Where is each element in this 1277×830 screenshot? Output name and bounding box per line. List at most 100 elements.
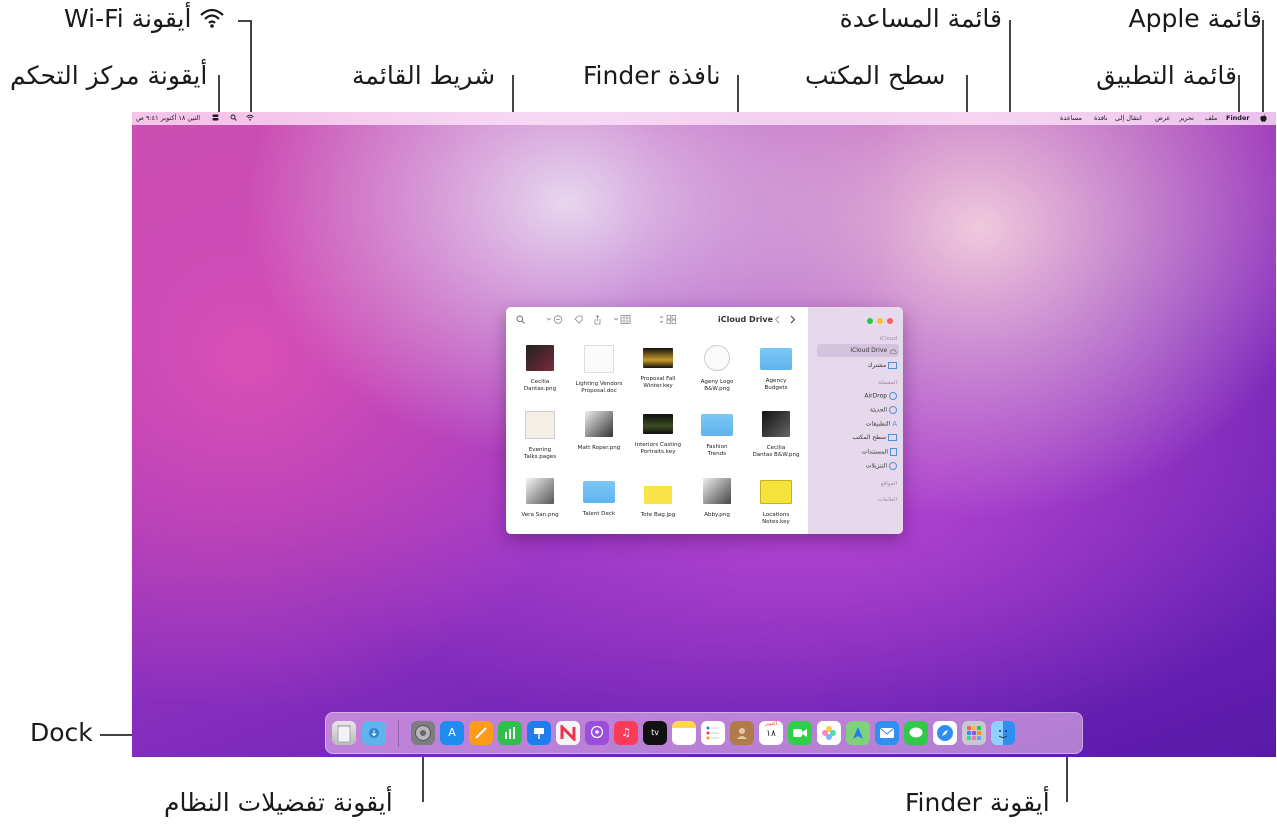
app-store-icon[interactable]: A [440, 721, 464, 745]
menu-view[interactable]: عرض [1155, 114, 1170, 123]
safari-icon[interactable] [933, 721, 957, 745]
wifi-callout-icon [199, 7, 225, 33]
facetime-icon[interactable] [788, 721, 812, 745]
file-name-line2: Dantas B&W.png [752, 452, 800, 458]
menu-bar-callout: شريط القائمة [352, 61, 496, 90]
file-item[interactable]: Tote Bag.jpg [627, 478, 689, 519]
apple-menu-icon[interactable] [1260, 114, 1267, 125]
finder-icon[interactable] [991, 721, 1015, 745]
messages-icon[interactable] [904, 721, 928, 745]
menu-window[interactable]: نافذة [1094, 114, 1108, 123]
file-item[interactable]: Interiors Casting Portraits.key [627, 411, 689, 456]
music-icon[interactable]: ♫ [614, 721, 638, 745]
file-item[interactable]: Ageny Logo B&W.png [686, 345, 748, 393]
file-item[interactable]: Evening Talks.pages [509, 411, 571, 461]
sidebar-item-documents[interactable]: المستندات [862, 448, 897, 456]
leader-control-center [218, 75, 220, 117]
file-name-line2: Portraits.key [640, 449, 676, 455]
file-item[interactable]: Matt Roper.png [568, 411, 630, 452]
keynote-icon[interactable] [527, 721, 551, 745]
sidebar-label: التطبيقات [865, 420, 891, 428]
finder-icon-callout: أيقونة Finder [905, 788, 1050, 817]
file-name-line1: Evening [528, 447, 552, 453]
share-icon[interactable] [593, 314, 602, 328]
app-menu-finder[interactable]: Finder [1226, 114, 1250, 123]
file-thumbnail [583, 481, 615, 503]
sidebar-item-desktop[interactable]: سطح المكتب [852, 434, 897, 441]
file-item[interactable]: Lighting Vendors Proposal.doc [568, 345, 630, 395]
sidebar-label: المستندات [861, 448, 889, 456]
menu-help[interactable]: مساعدة [1060, 114, 1082, 123]
desktop-callout: سطح المكتب [805, 61, 946, 90]
file-item[interactable]: Talent Deck [568, 478, 630, 518]
trash-icon[interactable] [332, 721, 356, 745]
launchpad-icon[interactable] [962, 721, 986, 745]
dock-callout: Dock [30, 718, 93, 747]
file-name-line2: Winter.key [643, 383, 673, 389]
wifi-icon[interactable] [246, 114, 254, 124]
reminders-icon[interactable] [701, 721, 725, 745]
mail-icon[interactable] [875, 721, 899, 745]
file-name-line1: Locations [762, 512, 790, 518]
podcasts-icon[interactable] [585, 721, 609, 745]
file-item[interactable]: Abby.png [686, 478, 748, 519]
help-menu-callout: قائمة المساعدة [839, 4, 1002, 33]
back-chevron-icon[interactable] [774, 315, 780, 327]
photos-icon[interactable] [817, 721, 841, 745]
sidebar-item-airdrop[interactable]: AirDrop [864, 392, 897, 400]
file-name-line2: B&W.png [704, 386, 730, 392]
finder-toolbar: iCloud Drive [506, 307, 808, 333]
contacts-icon[interactable] [730, 721, 754, 745]
spotlight-search-icon[interactable] [230, 114, 237, 124]
file-item[interactable]: Fashion Trends [686, 411, 748, 458]
system-prefs-callout: أيقونة تفضيلات النظام [164, 788, 393, 817]
sidebar-item-applications[interactable]: A التطبيقات [866, 420, 897, 428]
menu-edit[interactable]: تحرير [1179, 114, 1194, 123]
file-thumbnail [584, 345, 614, 373]
sidebar-item-shared[interactable]: مشترك [867, 362, 897, 369]
sidebar-heading-tags: العلامات [878, 497, 897, 503]
maps-icon[interactable] [846, 721, 870, 745]
sidebar-label: التنزيلات [865, 462, 888, 470]
sidebar-item-icloud-drive[interactable]: iCloud Drive [850, 347, 897, 354]
file-name-line2: Proposal.doc [581, 388, 617, 394]
group-view-icon[interactable] [613, 315, 631, 327]
zoom-button[interactable] [867, 318, 873, 324]
file-name-line2: Budgets [764, 385, 788, 391]
minimize-button[interactable] [877, 318, 883, 324]
sidebar-item-recents[interactable]: الحديثة [870, 406, 897, 414]
desktop[interactable]: الثين ١٨ أكتوبر ٩:٤١ ص مساعدة نافذة انتق… [132, 112, 1276, 757]
control-center-icon[interactable] [212, 114, 219, 124]
close-button[interactable] [887, 318, 893, 324]
menu-go[interactable]: انتقال إلى [1115, 114, 1142, 123]
file-item[interactable]: Proposal Fall Winter.key [627, 345, 689, 390]
notes-icon[interactable] [672, 721, 696, 745]
menu-file[interactable]: ملف [1205, 114, 1217, 123]
system-preferences-icon[interactable] [411, 721, 435, 745]
numbers-icon[interactable] [498, 721, 522, 745]
file-item[interactable]: Cecilia Dantas.png [509, 345, 571, 393]
action-menu-icon[interactable] [546, 315, 564, 327]
file-item[interactable]: Cecilia Dantas B&W.png [745, 411, 807, 459]
tag-icon[interactable] [574, 315, 583, 327]
desktop-icon [888, 434, 897, 441]
icon-view-icon[interactable] [659, 315, 677, 327]
calendar-icon[interactable]: أكتوبر ١٨ [759, 721, 783, 745]
finder-window[interactable]: iCloud Drive Cecilia Dantas.png Lighting V… [506, 307, 903, 534]
pages-icon[interactable] [469, 721, 493, 745]
finder-window-title: iCloud Drive [718, 315, 774, 324]
file-thumbnail [703, 478, 731, 504]
downloads-folder-icon[interactable] [362, 721, 386, 745]
file-item[interactable]: Agency Budgets [745, 345, 807, 392]
search-icon[interactable] [516, 315, 525, 327]
news-icon[interactable] [556, 721, 580, 745]
calendar-day: ١٨ [766, 729, 776, 739]
shared-folder-icon [888, 362, 897, 369]
forward-chevron-icon[interactable] [790, 315, 796, 327]
tv-icon[interactable]: tv [643, 721, 667, 745]
file-item[interactable]: Vera San.png [509, 478, 571, 519]
file-name-line1: Abby.png [704, 512, 730, 518]
file-item[interactable]: Locations Notes.key [745, 478, 807, 526]
menubar-clock[interactable]: الثين ١٨ أكتوبر ٩:٤١ ص [136, 114, 200, 123]
sidebar-item-downloads[interactable]: التنزيلات [866, 462, 897, 470]
